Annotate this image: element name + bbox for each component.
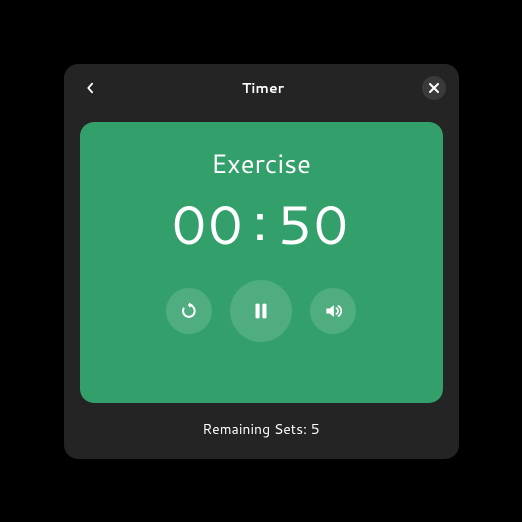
volume-icon <box>323 301 343 321</box>
time-display: 00 : 50 <box>172 186 350 262</box>
time-separator: : <box>252 182 269 258</box>
phase-label: Exercise <box>211 146 311 182</box>
sound-button[interactable] <box>310 288 356 334</box>
content-area: Exercise 00 : 50 <box>64 112 459 459</box>
app-window: Timer Exercise 00 : 50 <box>64 64 459 459</box>
time-minutes: 00 <box>172 186 245 262</box>
pause-button[interactable] <box>230 280 292 342</box>
pause-icon <box>250 300 272 322</box>
back-button[interactable] <box>76 74 104 102</box>
controls-row <box>166 280 356 342</box>
header-bar: Timer <box>64 64 459 112</box>
remaining-sets-label: Remaining Sets: 5 <box>80 403 443 443</box>
time-seconds: 50 <box>278 186 351 262</box>
page-title: Timer <box>242 78 284 98</box>
chevron-left-icon <box>83 81 97 95</box>
reset-button[interactable] <box>166 288 212 334</box>
reset-icon <box>179 301 199 321</box>
timer-card: Exercise 00 : 50 <box>80 122 443 403</box>
close-icon <box>429 83 439 93</box>
close-button[interactable] <box>422 76 446 100</box>
